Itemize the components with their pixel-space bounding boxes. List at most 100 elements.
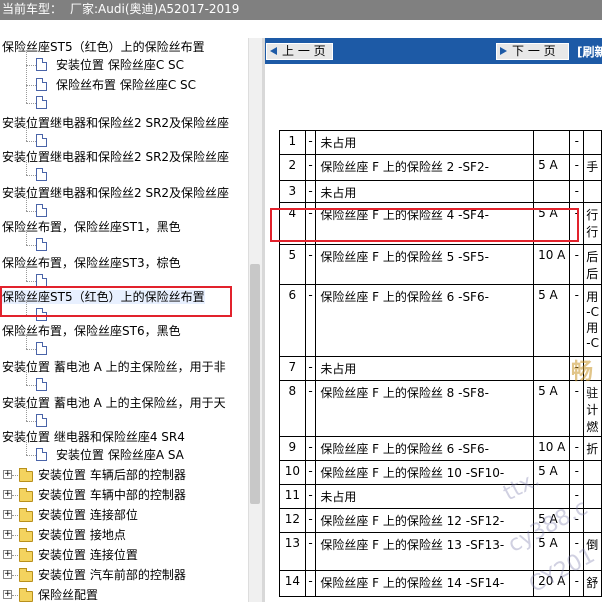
tree-connector	[12, 495, 18, 496]
expand-plus-icon[interactable]: +	[3, 570, 12, 579]
folder-icon	[19, 528, 33, 542]
expand-plus-icon[interactable]: +	[3, 550, 12, 559]
fuse-cell-no: 7	[279, 356, 306, 381]
tree-item[interactable]: 安装位置继电器和保险丝2 SR2及保险丝座	[2, 114, 229, 132]
content-panel: 上 一 页 下 一 页 [刷新 1- 未占用 -2- 保险丝座 F 上的保险丝 2 -…	[265, 38, 602, 602]
expand-plus-icon[interactable]: +	[3, 470, 12, 479]
document-icon	[36, 204, 47, 217]
tree-item-label: 安装位置 蓄电池 A 上的主保险丝，用于非	[2, 360, 226, 374]
tree-connector	[12, 535, 18, 536]
tree-connector	[26, 160, 27, 175]
fuse-cell-dash: -	[304, 244, 317, 285]
arrow-left-icon	[270, 47, 277, 55]
prev-page-button[interactable]: 上 一 页	[266, 43, 333, 60]
next-page-button[interactable]: 下 一 页	[496, 43, 569, 60]
fuse-cell-desc: 保险丝座 F 上的保险丝 6 -SF6-	[315, 436, 535, 461]
tree-connector	[26, 406, 27, 421]
fuse-cell-note: 后 后	[583, 244, 602, 285]
tree-item[interactable]: 保险丝布置，保险丝座ST1，黑色	[2, 218, 181, 236]
fuse-cell-no: 11	[279, 484, 306, 509]
tree-connector	[26, 349, 36, 350]
tree-item-label: 安装位置 车辆中部的控制器	[38, 488, 186, 502]
fuse-cell-dash2: -	[569, 180, 585, 203]
fuse-cell-no: 13	[279, 532, 306, 571]
tree-connector	[26, 85, 36, 86]
document-icon	[36, 168, 47, 181]
fuse-cell-desc: 保险丝座 F 上的保险丝 6 -SF6-	[315, 284, 535, 357]
fuse-cell-desc: 未占用	[315, 356, 535, 381]
fuse-cell-dash: -	[304, 356, 317, 381]
tree-item[interactable]: 保险丝座ST5（红色）上的保险丝布置	[2, 38, 205, 56]
fuse-cell-no: 14	[279, 570, 306, 597]
folder-icon	[19, 488, 33, 502]
fuse-cell-note: 用 -C 用 -C	[583, 284, 602, 357]
tree-item-label: 保险丝座ST5（红色）上的保险丝布置	[2, 40, 205, 54]
fuse-row: 10- 保险丝座 F 上的保险丝 10 -SF10- 5 A-	[279, 460, 602, 485]
expand-plus-icon[interactable]: +	[3, 530, 12, 539]
tree-item-label: 安装位置继电器和保险丝2 SR2及保险丝座	[2, 150, 230, 164]
tree-connector	[26, 281, 36, 282]
refresh-link[interactable]: [刷新	[577, 43, 602, 60]
expand-plus-icon[interactable]: +	[3, 490, 12, 499]
tree-connector	[26, 141, 36, 142]
tree-connector	[26, 440, 27, 455]
tree-connector	[26, 103, 36, 104]
fuse-cell-dash2: -	[569, 380, 585, 437]
fuse-cell-amp: 5 A	[533, 154, 571, 181]
fuse-row: 5- 保险丝座 F 上的保险丝 5 -SF5- 10 A-后 后	[279, 244, 602, 285]
tree-connector	[26, 455, 36, 456]
fuse-cell-amp: 10 A	[533, 436, 571, 461]
expand-plus-icon[interactable]: +	[3, 510, 12, 519]
fuse-cell-note	[583, 460, 602, 485]
tree-item[interactable]: 安装位置继电器和保险丝2 SR2及保险丝座	[2, 184, 229, 202]
folder-icon	[19, 548, 33, 562]
document-icon	[36, 96, 47, 109]
tree-connector	[26, 175, 36, 176]
model-value: 厂家:Audi(奥迪)A52017-2019	[70, 2, 240, 16]
tree-item[interactable]: 安装位置 蓄电池 A 上的主保险丝，用于非	[2, 358, 226, 376]
tree-scrollbar-thumb[interactable]	[250, 264, 260, 504]
fuse-cell-dash2: -	[569, 436, 585, 461]
fuse-cell-dash: -	[304, 380, 317, 437]
page-nav-bar: 上 一 页 下 一 页 [刷新	[265, 38, 602, 64]
tree-item[interactable]: 安装位置继电器和保险丝2 SR2及保险丝座	[2, 148, 229, 166]
fuse-cell-no: 9	[279, 436, 306, 461]
fuse-cell-dash: -	[304, 460, 317, 485]
tree-item[interactable]: 保险丝布置，保险丝座ST3，棕色	[2, 254, 181, 272]
document-icon	[36, 238, 47, 251]
tree-connector	[26, 196, 27, 211]
fuse-cell-note	[583, 180, 602, 203]
fuse-cell-desc: 保险丝座 F 上的保险丝 2 -SF2-	[315, 154, 535, 181]
tree-item-label: 保险丝布置 保险丝座C SC	[56, 78, 197, 92]
tree-item-label: 安装位置 继电器和保险丝座4 SR4	[2, 430, 185, 444]
fuse-row-highlight	[270, 208, 579, 242]
fuse-cell-desc: 保险丝座 F 上的保险丝 13 -SF13-	[315, 532, 535, 571]
tree-connector	[12, 595, 18, 596]
tree-connector	[26, 421, 36, 422]
fuse-cell-note: 驻 计 燃	[583, 380, 602, 437]
tree-item-label: 安装位置 车辆后部的控制器	[38, 468, 186, 482]
expand-plus-icon[interactable]: +	[3, 590, 12, 599]
fuse-row: 9- 保险丝座 F 上的保险丝 6 -SF6- 10 A-折	[279, 436, 602, 461]
model-label: 当前车型：	[2, 2, 63, 16]
fuse-cell-desc: 保险丝座 F 上的保险丝 14 -SF14-	[315, 570, 535, 597]
fuse-cell-dash: -	[304, 532, 317, 571]
tree-connector	[12, 555, 18, 556]
fuse-cell-desc: 未占用	[315, 130, 535, 155]
fuse-row: 11- 未占用 -	[279, 484, 602, 509]
arrow-right-icon	[500, 47, 507, 55]
fuse-row: 2- 保险丝座 F 上的保险丝 2 -SF2- 5 A-手	[279, 154, 602, 181]
tree-selection-highlight	[0, 286, 232, 317]
fuse-cell-no: 3	[279, 180, 306, 203]
tree-item[interactable]: 安装位置 继电器和保险丝座4 SR4	[2, 428, 185, 446]
fuse-cell-note: 行 行	[583, 202, 602, 245]
tree-item[interactable]: 安装位置 蓄电池 A 上的主保险丝，用于天	[2, 394, 226, 412]
fuse-row: 1- 未占用 -	[279, 130, 602, 155]
tree-item[interactable]: 保险丝布置，保险丝座ST6，黑色	[2, 322, 181, 340]
watermark-gold: 畅	[571, 360, 594, 385]
fuse-cell-dash2: -	[569, 460, 585, 485]
fuse-row: 8- 保险丝座 F 上的保险丝 8 -SF8- 5 A-驻 计 燃	[279, 380, 602, 437]
fuse-cell-desc: 保险丝座 F 上的保险丝 12 -SF12-	[315, 508, 535, 533]
fuse-cell-dash: -	[304, 508, 317, 533]
tree-item-label: 安装位置继电器和保险丝2 SR2及保险丝座	[2, 186, 230, 200]
